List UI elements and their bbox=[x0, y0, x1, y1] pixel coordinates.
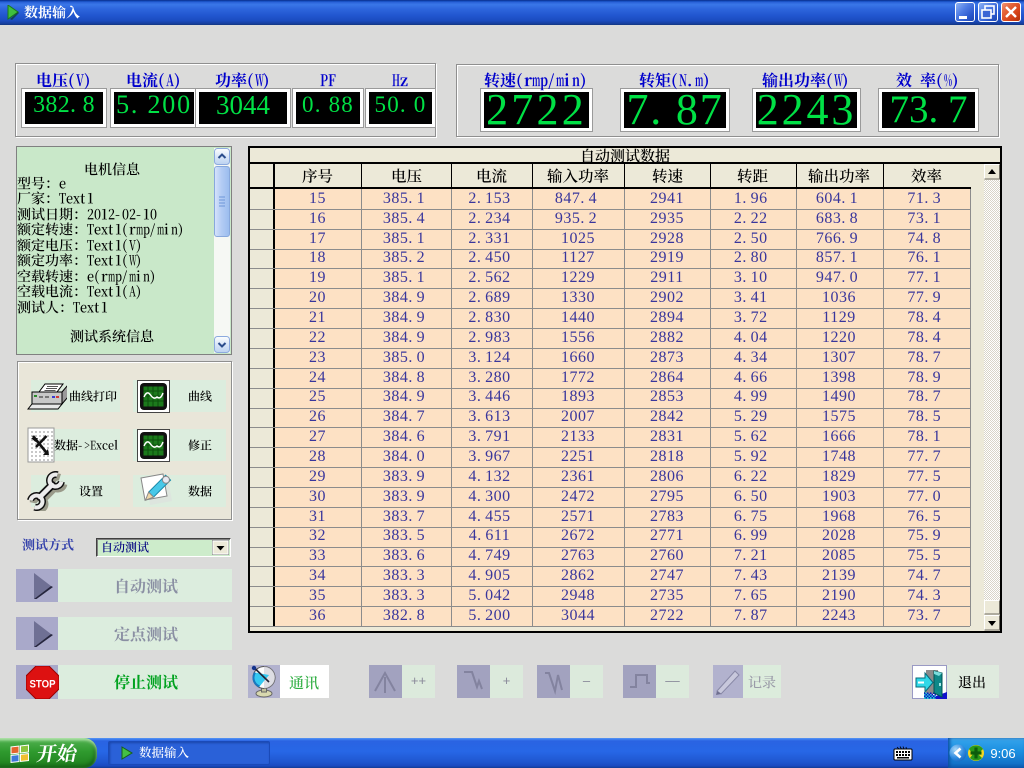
svg-text:STOP: STOP bbox=[30, 679, 56, 691]
